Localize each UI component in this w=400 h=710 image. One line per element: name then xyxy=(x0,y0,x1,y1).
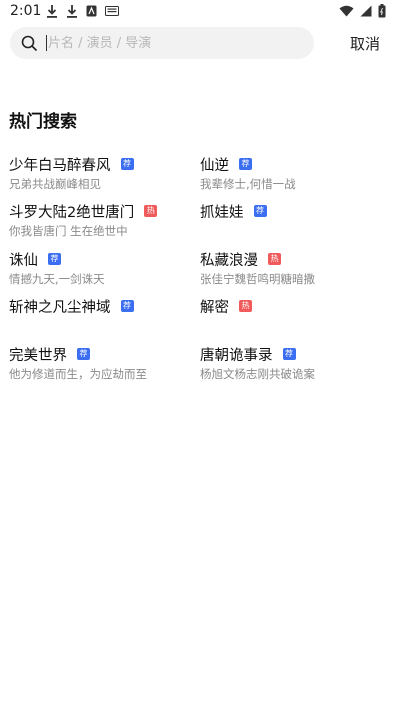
hot-item[interactable]: 完美世界荐 他为修道而生，为应劫而至 xyxy=(9,343,194,382)
hot-item-title: 完美世界 xyxy=(9,347,67,364)
hot-item-title: 诛仙 xyxy=(9,252,38,269)
hot-item[interactable]: 诛仙荐 情撼九天,一剑诛天 xyxy=(9,248,194,287)
hot-item[interactable]: 仙逆荐 我辈修士,何惜一战 xyxy=(200,153,385,192)
status-bar: 2:01 xyxy=(0,0,400,24)
hot-item[interactable]: 少年白马醉春风荐 兄弟共战巅峰相见 xyxy=(9,153,194,192)
status-time: 2:01 xyxy=(10,3,42,19)
battery-icon xyxy=(378,4,386,18)
hot-item-title: 解密 xyxy=(200,299,229,316)
hot-item-title: 抓娃娃 xyxy=(200,204,244,221)
app-icon xyxy=(86,5,97,17)
search-icon xyxy=(21,35,38,56)
recommend-badge: 荐 xyxy=(120,300,134,312)
search-row: 取消 xyxy=(10,27,390,59)
download-icon xyxy=(66,4,78,18)
hot-item-subtitle: 我辈修士,何惜一战 xyxy=(200,177,296,191)
hot-item[interactable]: 私藏浪漫热 张佳宁魏哲鸣明糖暗撒 xyxy=(200,248,385,287)
keyboard-icon xyxy=(105,6,119,16)
recommend-badge: 荐 xyxy=(48,253,61,265)
recommend-badge: 荐 xyxy=(282,348,296,360)
signal-icon xyxy=(360,5,372,17)
hot-item[interactable]: 唐朝诡事录荐 杨旭文杨志刚共破诡案 xyxy=(200,343,385,382)
search-box[interactable] xyxy=(10,27,314,59)
hot-item-title: 少年白马醉春风 xyxy=(9,157,111,174)
hot-item[interactable]: 解密热 xyxy=(200,295,385,318)
hot-badge: 热 xyxy=(239,300,252,312)
hot-item-subtitle: 兄弟共战巅峰相见 xyxy=(9,177,101,191)
hot-item-subtitle: 张佳宁魏哲鸣明糖暗撒 xyxy=(200,272,315,286)
recommend-badge: 荐 xyxy=(253,205,267,217)
hot-item[interactable]: 抓娃娃荐 xyxy=(200,200,385,223)
recommend-badge: 荐 xyxy=(120,158,134,170)
system-icons xyxy=(339,4,386,18)
hot-badge: 热 xyxy=(144,205,158,217)
recommend-badge: 荐 xyxy=(77,348,90,360)
hot-item-subtitle: 情撼九天,一剑诛天 xyxy=(9,272,105,286)
hot-item-title: 仙逆 xyxy=(200,157,229,174)
hot-item-title: 唐朝诡事录 xyxy=(200,347,273,364)
hot-item-title: 斗罗大陆2绝世唐门 xyxy=(9,204,135,221)
hot-badge: 热 xyxy=(268,253,281,265)
hot-item-subtitle: 他为修道而生，为应劫而至 xyxy=(9,367,147,381)
wifi-icon xyxy=(339,5,354,17)
search-input[interactable] xyxy=(48,31,298,55)
hot-search-title: 热门搜索 xyxy=(9,112,77,132)
hot-item-title: 私藏浪漫 xyxy=(200,252,258,269)
hot-item-title: 斩神之凡尘神域 xyxy=(9,299,111,316)
hot-item-subtitle: 杨旭文杨志刚共破诡案 xyxy=(200,367,315,381)
notification-icons xyxy=(46,4,119,18)
text-caret xyxy=(46,35,47,51)
hot-item[interactable]: 斩神之凡尘神域荐 xyxy=(9,295,194,318)
hot-item[interactable]: 斗罗大陆2绝世唐门热 你我皆唐门 生在绝世中 xyxy=(9,200,194,239)
recommend-badge: 荐 xyxy=(239,158,252,170)
hot-item-subtitle: 你我皆唐门 生在绝世中 xyxy=(9,224,128,238)
cancel-button[interactable]: 取消 xyxy=(350,33,380,54)
download-icon xyxy=(46,4,58,18)
